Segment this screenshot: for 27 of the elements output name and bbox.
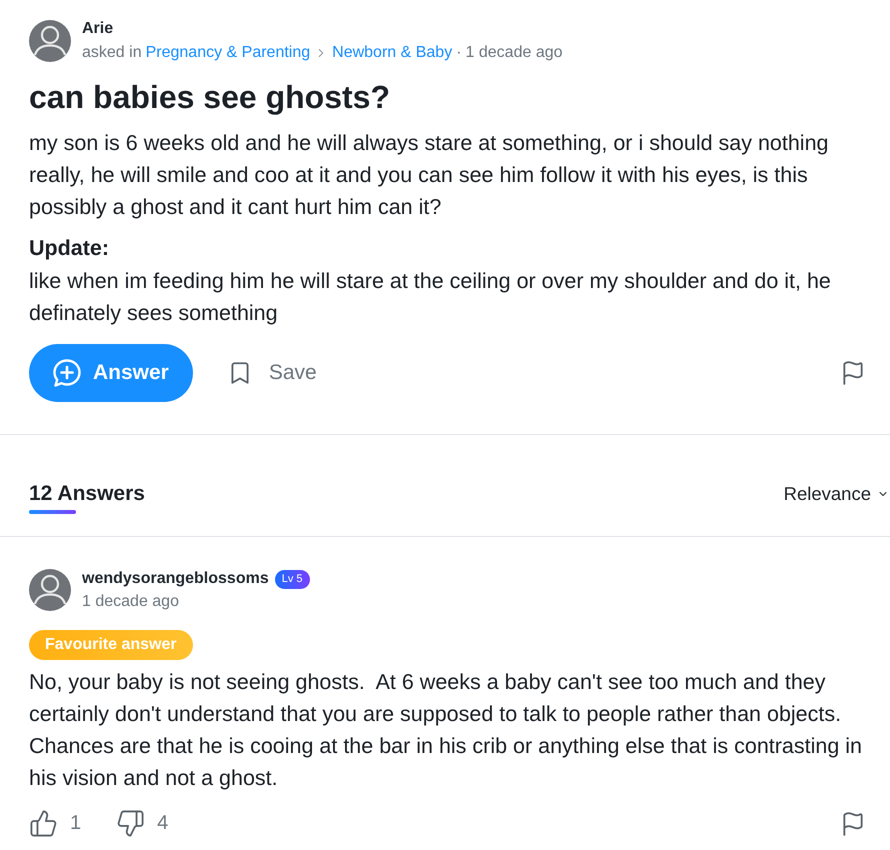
favourite-badge: Favourite answer [29, 630, 193, 660]
time-text: 1 decade ago [466, 43, 563, 63]
author-name[interactable]: wendysorangeblossoms [82, 570, 269, 588]
asked-in-label: asked in [82, 43, 142, 63]
thumbs-down-icon[interactable] [116, 809, 146, 838]
chat-plus-icon [52, 358, 82, 388]
time-text: 1 decade ago [82, 592, 180, 612]
like-count: 1 [70, 812, 82, 835]
update-label: Update: [29, 235, 110, 262]
question-body: my son is 6 weeks old and he will always stare at something, or i should say nothing really, he will smile and coo at it and you can see him follow it with his eyes, is this possibly a ghost and it cant hurt him can it? [29, 130, 830, 221]
dislike-count: 4 [157, 812, 168, 835]
question-title: can babies see ghosts? [29, 78, 392, 116]
category-link[interactable]: Pregnancy & Parenting [146, 43, 310, 63]
underline-bar [29, 510, 76, 514]
thumbs-up-icon[interactable] [29, 809, 58, 838]
update-text: like when im feeding him he will stare at the ceiling or over my shoulder and do it, he definately sees something [29, 268, 832, 327]
sort-dropdown[interactable]: Relevance [784, 482, 890, 506]
answers-count: 12 Answers [29, 482, 145, 506]
answer-text: No, your baby is not seeing ghosts. At 6 weeks a baby can't see too much and they certainly don't understand that you are supposed to talk to people rather than objects. Chances are that he is cooing at the bar in his crib or anything else that is contrasting in his vision and not a ghost. [29, 669, 863, 792]
avatar-icon [29, 20, 71, 62]
avatar-icon [29, 569, 71, 611]
separator-dot: · [456, 43, 462, 63]
category-link[interactable]: Newborn & Baby [332, 43, 452, 63]
level-badge: Lv 5 [274, 570, 310, 588]
author-name[interactable]: Arie [82, 20, 563, 38]
save-button[interactable]: Save [226, 360, 317, 386]
answer-button[interactable]: Answer [29, 344, 193, 402]
